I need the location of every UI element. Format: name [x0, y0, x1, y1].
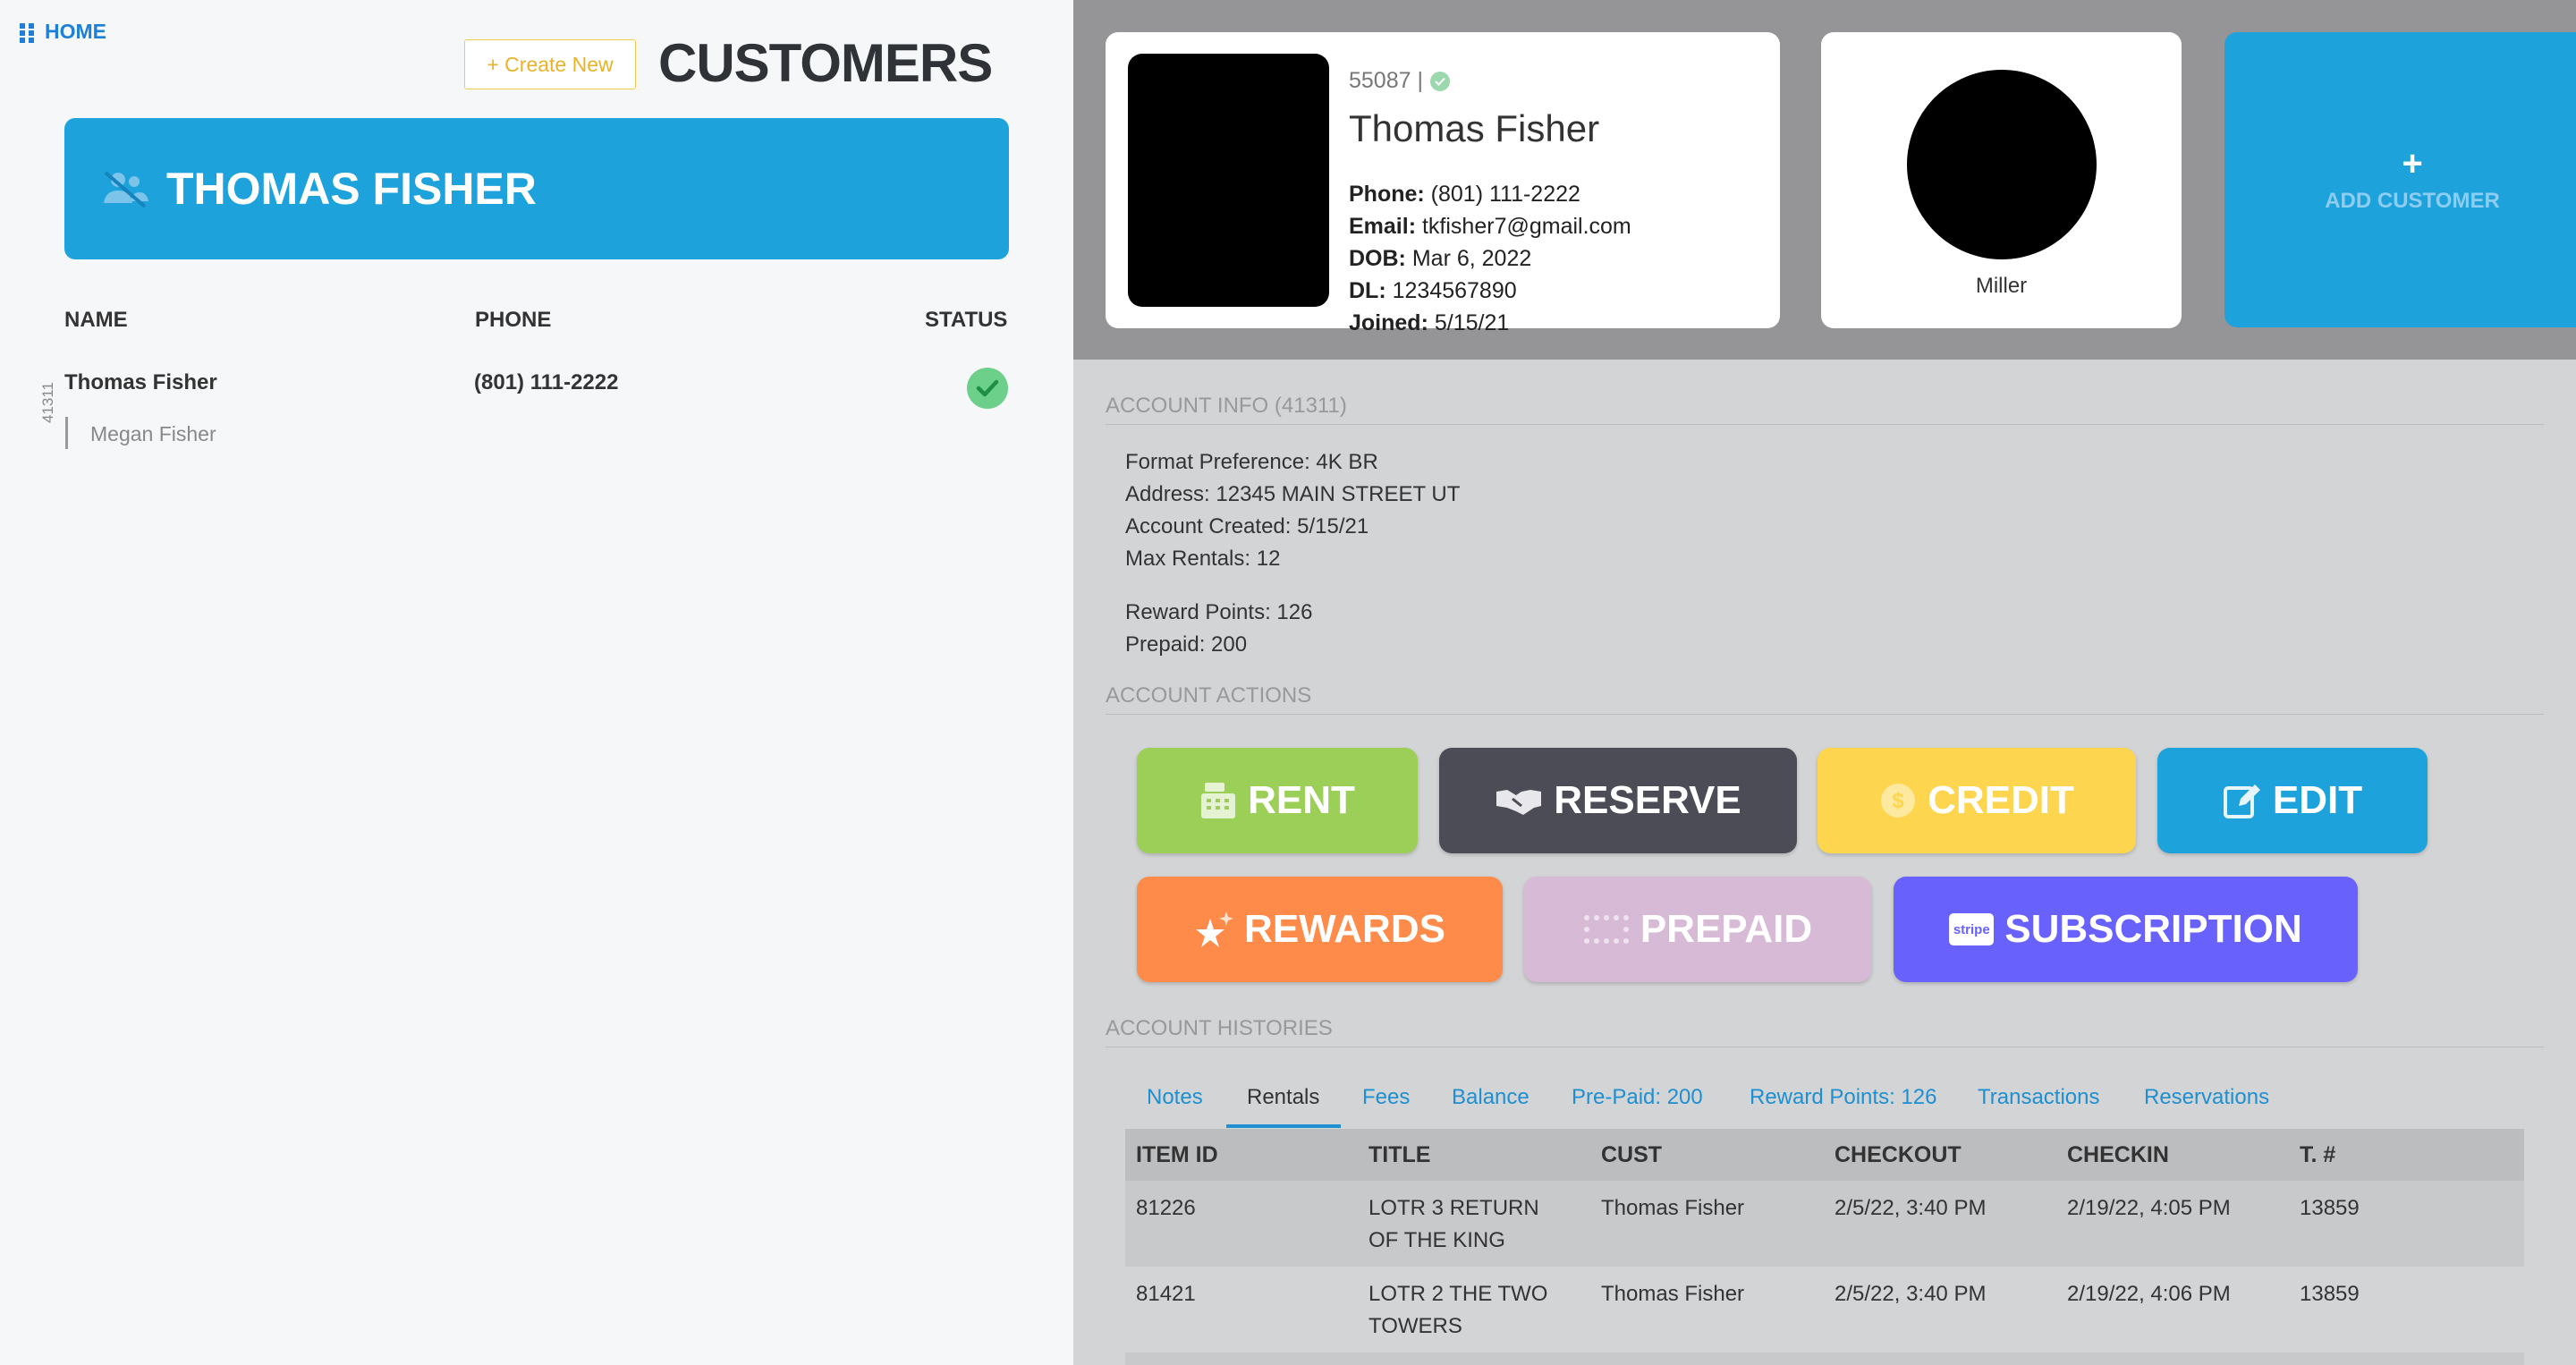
- th-title[interactable]: TITLE: [1368, 1142, 1430, 1168]
- avatar: [1907, 70, 2097, 259]
- profile-dl: DL: 1234567890: [1349, 278, 1517, 303]
- selected-customer-banner[interactable]: THOMAS FISHER: [64, 118, 1009, 259]
- th-checkout[interactable]: CHECKOUT: [1835, 1142, 1962, 1168]
- secondary-name: Miller: [1975, 274, 2028, 298]
- cell-checkin: 2/19/22, 4:05 PM: [2067, 1196, 2231, 1220]
- reserve-label: RESERVE: [1554, 778, 1741, 822]
- cell-title: LOTR 2 THE TWO TOWERS: [1368, 1282, 1548, 1338]
- household-member[interactable]: Megan Fisher: [90, 422, 216, 446]
- active-tab-indicator: [1226, 1124, 1341, 1128]
- users-slash-icon: [104, 171, 148, 208]
- profile-card: 55087 | Thomas Fisher Phone: (801) 111-2…: [1106, 32, 1780, 335]
- reward-points: Reward Points: 126: [1125, 600, 1313, 624]
- tab-reward-points[interactable]: Reward Points: 126: [1750, 1085, 1936, 1110]
- stripe-icon: stripe: [1949, 913, 1995, 945]
- rent-label: RENT: [1248, 778, 1355, 822]
- table-row: [1125, 1352, 2524, 1365]
- secondary-profile-card[interactable]: Miller: [1821, 32, 2182, 328]
- cell-checkout: 2/5/22, 3:40 PM: [1835, 1196, 1987, 1220]
- column-header-phone[interactable]: PHONE: [475, 308, 551, 333]
- home-link[interactable]: HOME: [20, 20, 106, 44]
- profile-name: Thomas Fisher: [1349, 107, 1600, 149]
- max-rentals: Max Rentals: 12: [1125, 547, 1281, 571]
- customer-id: 55087 |: [1349, 68, 1450, 94]
- subscription-button[interactable]: stripe SUBSCRIPTION: [1894, 877, 2358, 982]
- profile-dob: DOB: Mar 6, 2022: [1349, 246, 1532, 271]
- customer-row-name[interactable]: Thomas Fisher: [64, 370, 217, 395]
- tab-notes[interactable]: Notes: [1147, 1085, 1203, 1110]
- cell-cust: Thomas Fisher: [1601, 1196, 1745, 1220]
- tab-transactions[interactable]: Transactions: [1978, 1085, 2100, 1110]
- edit-button[interactable]: EDIT: [2157, 748, 2428, 853]
- tab-balance[interactable]: Balance: [1452, 1085, 1530, 1110]
- tab-fees[interactable]: Fees: [1362, 1085, 1410, 1110]
- th-checkin[interactable]: CHECKIN: [2067, 1142, 2169, 1168]
- credit-label: CREDIT: [1928, 778, 2074, 822]
- customer-id-text: 55087 |: [1349, 68, 1423, 93]
- member-divider: [65, 417, 68, 449]
- cell-item-id: 81421: [1136, 1282, 1196, 1306]
- customer-row-phone: (801) 111-2222: [474, 370, 619, 394]
- home-label: HOME: [45, 20, 106, 43]
- address: Address: 12345 MAIN STREET UT: [1125, 482, 1461, 506]
- customer-photo: [1128, 54, 1329, 307]
- plus-icon: +: [2402, 144, 2423, 183]
- grid-icon: [20, 22, 34, 43]
- column-header-name[interactable]: NAME: [64, 308, 128, 333]
- tab-prepaid[interactable]: Pre-Paid: 200: [1572, 1085, 1703, 1110]
- credit-button[interactable]: $ CREDIT: [1818, 748, 2136, 853]
- format-preference: Format Preference: 4K BR: [1125, 450, 1378, 474]
- dollar-coin-icon: $: [1881, 784, 1916, 818]
- column-header-status[interactable]: STATUS: [925, 308, 1007, 333]
- reserve-button[interactable]: RESERVE: [1439, 748, 1797, 853]
- prepaid-button[interactable]: PREPAID: [1524, 877, 1871, 982]
- cell-transaction-number: 13859: [2300, 1282, 2360, 1306]
- check-circle-icon: [967, 368, 1008, 409]
- profile-email: Email: tkfisher7@gmail.com: [1349, 214, 1631, 239]
- star-sparkle-icon: [1196, 911, 1234, 947]
- rent-button[interactable]: RENT: [1137, 748, 1418, 853]
- add-customer-label: ADD CUSTOMER: [2325, 189, 2500, 213]
- dots-grid-icon: [1583, 915, 1629, 944]
- account-actions-title: ACCOUNT ACTIONS: [1106, 683, 2544, 715]
- edit-label: EDIT: [2272, 778, 2363, 822]
- pencil-square-icon: [2223, 784, 2260, 818]
- th-item-id[interactable]: ITEM ID: [1136, 1142, 1218, 1168]
- th-transaction-number[interactable]: T. #: [2300, 1142, 2335, 1168]
- svg-text:$: $: [1892, 789, 1904, 813]
- cell-checkout: 2/5/22, 3:40 PM: [1835, 1282, 1987, 1306]
- handshake-icon: [1496, 790, 1542, 815]
- cell-checkin: 2/19/22, 4:06 PM: [2067, 1282, 2231, 1306]
- cell-transaction-number: 13859: [2300, 1196, 2360, 1220]
- cell-cust: Thomas Fisher: [1601, 1282, 1745, 1306]
- subscription-label: SUBSCRIPTION: [2004, 907, 2302, 951]
- profile-phone: Phone: (801) 111-2222: [1349, 182, 1580, 207]
- th-cust[interactable]: CUST: [1601, 1142, 1662, 1168]
- cell-item-id: 81226: [1136, 1196, 1196, 1220]
- add-customer-button[interactable]: + ADD CUSTOMER: [2224, 32, 2576, 327]
- rewards-label: REWARDS: [1244, 907, 1445, 951]
- account-histories-title: ACCOUNT HISTORIES: [1106, 1016, 2544, 1047]
- cell-title: LOTR 3 RETURN OF THE KING: [1368, 1196, 1539, 1252]
- prepaid-label: PREPAID: [1640, 907, 1813, 951]
- account-info-title: ACCOUNT INFO (41311): [1106, 394, 2544, 425]
- account-created: Account Created: 5/15/21: [1125, 514, 1369, 538]
- tab-rentals[interactable]: Rentals: [1247, 1085, 1319, 1110]
- customer-list-pane: HOME + Create New CUSTOMERS THOMAS FISHE…: [0, 0, 1073, 1365]
- profile-joined: Joined: 5/15/21: [1349, 310, 1510, 335]
- prepaid-balance: Prepaid: 200: [1125, 632, 1248, 657]
- page-title: CUSTOMERS: [658, 33, 993, 93]
- banner-name: THOMAS FISHER: [166, 164, 537, 214]
- tab-reservations[interactable]: Reservations: [2144, 1085, 2269, 1110]
- cash-register-icon: [1201, 783, 1236, 818]
- rewards-button[interactable]: REWARDS: [1137, 877, 1503, 982]
- verified-check-icon: [1429, 71, 1450, 91]
- account-number-vertical: 41311: [39, 381, 56, 423]
- create-new-button[interactable]: + Create New: [464, 39, 636, 89]
